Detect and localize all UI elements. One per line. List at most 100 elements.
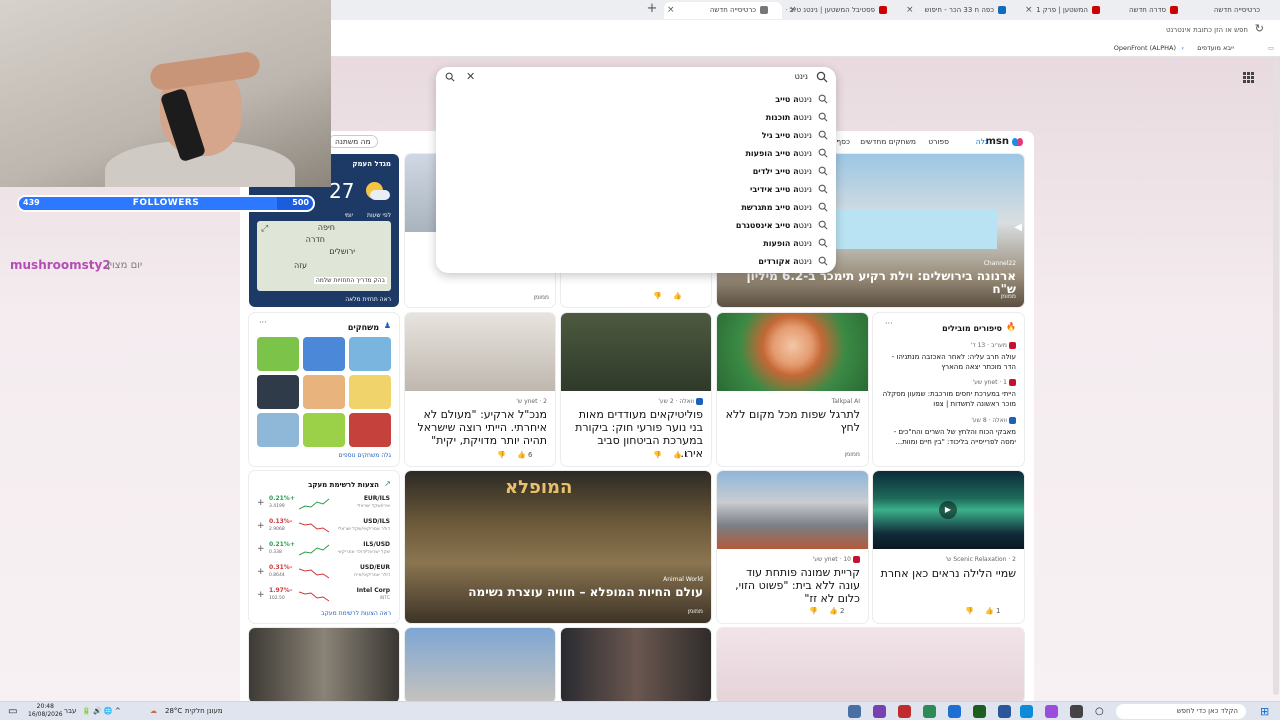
tab-close-icon[interactable]: × [667, 2, 675, 19]
clear-icon[interactable]: ✕ [466, 70, 475, 83]
suggestion-item[interactable]: נינטה אקורדים [448, 252, 828, 270]
news-card-row4-3[interactable] [561, 628, 711, 701]
tab-close-icon[interactable]: × [789, 2, 797, 19]
tray-icons[interactable]: 🔋 🔊 🌐 ^ [82, 704, 121, 719]
edge-icon[interactable] [1020, 705, 1033, 718]
news-card-row4-4[interactable] [717, 628, 1024, 701]
watchlist-row[interactable]: USD/ILS דולר אמריקאי/שקל ישראלי -0.13% 2.90… [255, 518, 393, 538]
tab-search[interactable]: כפה ח 33 הכר - חיפוש × [903, 2, 1020, 19]
add-to-watchlist-icon[interactable]: + [257, 590, 265, 600]
dislike-icon[interactable]: 👎 [653, 451, 662, 459]
start-icon[interactable]: ⊞ [1260, 704, 1269, 719]
game-tile[interactable] [349, 413, 391, 447]
suggestion-item[interactable]: נינטה תוכנות [448, 108, 828, 126]
watchlist-row[interactable]: EUR/ILS אירו/שקל ישראלי +0.21% 3.4199 + [255, 495, 393, 515]
news-card-stadium[interactable]: ynet · 10 שע' קריית שמונה פותחת עוד עונה… [717, 471, 868, 623]
markets-card[interactable]: הצעות לרשימת מעקב ↗ EUR/ILS אירו/שקל ישרא… [249, 471, 399, 623]
game-tile[interactable] [303, 337, 345, 371]
app-icon[interactable] [923, 705, 936, 718]
game-tile[interactable] [257, 337, 299, 371]
like-button[interactable]: 👍 1 [673, 451, 688, 459]
show-desktop-icon[interactable]: ▭ [8, 704, 17, 719]
favorites-folder-icon[interactable]: ▭ [1268, 42, 1274, 54]
suggestion-item[interactable]: נינטה טייב הופעות [448, 144, 828, 162]
watchlist-row[interactable]: ILS/USD שקל ישראלי/דולר אמריקאי +0.21% 0.33… [255, 541, 393, 561]
news-card-arkia[interactable]: ynet · 2 ש' מנכ"ל ארקיע: "מעולם לא איחרת… [405, 313, 555, 466]
more-icon[interactable]: ··· [885, 319, 893, 328]
msn-logo[interactable]: msn [986, 136, 1025, 147]
like-button[interactable]: 👍 2 [829, 607, 844, 615]
watchlist-row[interactable]: Intel Corp INTC -1.97% 102.50 + [255, 587, 393, 607]
dislike-icon[interactable]: 👎 [653, 292, 662, 300]
weather-map[interactable]: חיפה חדרה ירושלים עזה בהק מדריך התחזיות … [257, 221, 391, 291]
dislike-icon[interactable]: 👎 [809, 607, 818, 615]
game-tile[interactable] [303, 413, 345, 447]
apps-grid-icon[interactable] [1243, 72, 1254, 83]
suggestion-item[interactable]: נינטה טייב גיל [448, 126, 828, 144]
dislike-icon[interactable]: 👎 [965, 607, 974, 615]
games-card[interactable]: משחקים ♟ ··· גלה משחקים נוספים [249, 313, 399, 466]
weather-footer[interactable]: ראה תחזית מלאה [345, 296, 391, 303]
dislike-icon[interactable]: 👎 [497, 451, 506, 459]
excel-icon[interactable] [973, 705, 986, 718]
game-tile[interactable] [303, 375, 345, 409]
taskbar-temp[interactable]: 28°C [165, 704, 182, 719]
clock[interactable]: 20:48 16/08/2026 [28, 703, 63, 719]
taskbar-search[interactable]: הקלד כאן כדי לחפש [1116, 704, 1246, 719]
personalize-button[interactable]: מה משתנה [328, 135, 378, 148]
add-to-watchlist-icon[interactable]: + [257, 521, 265, 531]
copilot-icon[interactable] [1045, 705, 1058, 718]
add-to-watchlist-icon[interactable]: + [257, 498, 265, 508]
tab-festival[interactable]: פסטיבל המשטען | נינטנ טייב - איוזל × [786, 2, 901, 19]
app-icon[interactable] [948, 705, 961, 718]
more-games-link[interactable]: גלה משחקים נוספים [339, 452, 391, 459]
file-explorer-icon[interactable] [998, 705, 1011, 718]
weather-alert[interactable]: בהק מדריך התחזיות שלמה [313, 277, 387, 284]
trending-item[interactable]: הייתי במערכת יחסים מורכבת: שמעון מסקלה מ… [878, 389, 1016, 409]
tab-first[interactable]: כרטיסייה חדשה [1194, 2, 1274, 19]
reload-icon[interactable]: ↻ [1255, 22, 1264, 35]
like-button[interactable]: 👍 1 [985, 607, 1000, 615]
suggestion-item[interactable]: נינטה טייב [448, 90, 828, 108]
trending-item[interactable]: עולה חרב עליה: לאחר האכזבה מנתניהו - הדר… [878, 352, 1016, 372]
nav-discover[interactable]: גלה [976, 137, 988, 146]
suggestion-item[interactable]: נינטה טייב מתגרשת [448, 198, 828, 216]
page-scrollbar[interactable] [1273, 60, 1279, 695]
app-icon[interactable] [848, 705, 861, 718]
favorite-import[interactable]: ייבא מועדפים [1197, 42, 1234, 54]
nature-card[interactable]: המופלא Animal World עולם החיות המופלא – … [405, 471, 711, 623]
search-submit-icon[interactable] [445, 72, 455, 82]
favorite-openfront[interactable]: OpenFront (ALPHA) [1114, 42, 1176, 54]
app-icon[interactable] [873, 705, 886, 718]
trending-item[interactable]: מאבקי הכוח והלחץ של השרים והח"כים - ימסה… [878, 427, 1016, 447]
news-card-talkpal[interactable]: Talkpal AI לתרגל שפות מכל מקום ללא לחץ מ… [717, 313, 868, 466]
app-icon[interactable] [898, 705, 911, 718]
nav-sports[interactable]: ספורט [928, 137, 949, 146]
watchlist-row[interactable]: USD/EUR דולר אמריקאי/אירו -0.31% 0.8644 + [255, 564, 393, 584]
carousel-prev-icon[interactable]: ◀ [1014, 222, 1022, 233]
news-card-row4-1[interactable] [249, 628, 399, 701]
add-to-watchlist-icon[interactable]: + [257, 544, 265, 554]
suggestion-item[interactable]: נינטה הופעות [448, 234, 828, 252]
video-card-aurora[interactable]: ▶ Scenic Relaxation · 2 ש' שמיי הלילה נר… [873, 471, 1024, 623]
tab-series[interactable]: סדרה חדשה [1116, 2, 1192, 19]
suggestion-item[interactable]: נינטה טייב ילדים [448, 162, 828, 180]
address-input[interactable]: חפש או הזן כתובת אינטרנט [1166, 23, 1248, 37]
search-box[interactable]: נינט ✕ [436, 67, 836, 89]
like-icon[interactable]: 👍 [673, 292, 682, 300]
tab-episode[interactable]: המשטען | פרק 1 × [1022, 2, 1114, 19]
watchlist-link[interactable]: ראה הצעות לרשימת מעקב [321, 610, 391, 617]
game-tile[interactable] [257, 413, 299, 447]
expand-icon[interactable]: ⤢ [261, 224, 268, 234]
more-icon[interactable]: ··· [259, 318, 267, 327]
language-indicator[interactable]: עבר [64, 704, 76, 719]
game-tile[interactable] [349, 375, 391, 409]
news-card-row4-2[interactable] [405, 628, 555, 701]
play-icon[interactable]: ▶ [939, 501, 957, 519]
weather-tab-hourly[interactable]: לפי שעות [367, 212, 391, 219]
game-tile[interactable] [257, 375, 299, 409]
tab-new-tab[interactable]: כרטיסייה חדשה × [664, 2, 782, 19]
nav-money[interactable]: כסף [836, 137, 850, 146]
add-to-watchlist-icon[interactable]: + [257, 567, 265, 577]
game-tile[interactable] [349, 337, 391, 371]
